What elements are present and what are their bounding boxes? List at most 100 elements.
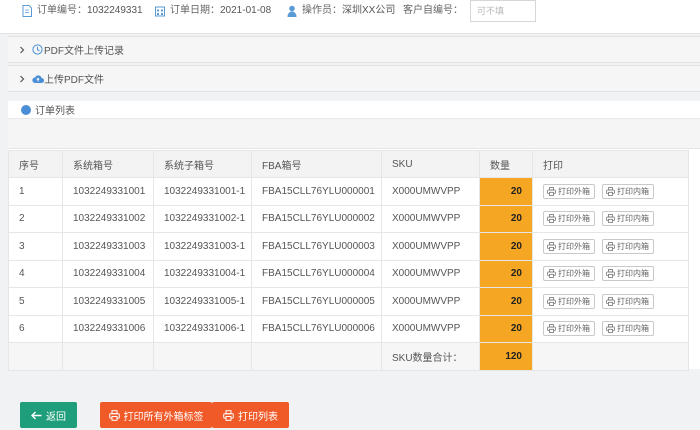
cell-fba-box: FBA15CLL76YLU000002 xyxy=(251,204,382,233)
cell-system-subbox: 1032249331006-1 xyxy=(153,314,252,343)
table-header-row: 序号 系统箱号 系统子箱号 FBA箱号 SKU 数量 打印 xyxy=(8,150,689,178)
printer-icon xyxy=(606,296,615,306)
printer-icon xyxy=(547,214,556,224)
cell-sku: X000UMWVPP xyxy=(381,204,480,233)
print-inner-box-label: 打印内箱 xyxy=(617,269,649,279)
table-row: 5 1032249331005 1032249331005-1 FBA15CLL76Y… xyxy=(8,287,689,316)
operator-label: 操作员： xyxy=(302,5,342,16)
print-list-label: 打印列表 xyxy=(238,411,278,423)
column-header: 序号 xyxy=(8,150,63,178)
print-inner-box-button[interactable]: 打印内箱 xyxy=(602,266,654,282)
cell-system-box: 1032249331002 xyxy=(62,204,154,233)
cell-fba-box: FBA15CLL76YLU000004 xyxy=(251,259,382,288)
customer-number-input[interactable] xyxy=(470,0,536,22)
cell-no: 3 xyxy=(8,232,63,261)
cell-quantity: 20 xyxy=(479,287,533,316)
print-outer-box-button[interactable]: 打印外箱 xyxy=(543,293,595,309)
cell-sku: X000UMWVPP xyxy=(381,314,480,343)
cell-system-box: 1032249331003 xyxy=(62,232,154,261)
column-header: 系统箱号 xyxy=(62,150,154,178)
cell-quantity: 20 xyxy=(479,259,533,288)
printer-icon xyxy=(606,324,615,334)
chevron-right-icon xyxy=(18,75,32,83)
print-outer-box-button[interactable]: 打印外箱 xyxy=(543,321,595,337)
print-outer-box-button[interactable]: 打印外箱 xyxy=(543,238,595,254)
cell-fba-box: FBA15CLL76YLU000006 xyxy=(251,314,382,343)
printer-icon xyxy=(547,296,556,306)
print-inner-box-button[interactable]: 打印内箱 xyxy=(602,293,654,309)
cell-system-box: 1032249331004 xyxy=(62,259,154,288)
cell-system-subbox: 1032249331005-1 xyxy=(153,287,252,316)
empty-cell xyxy=(532,342,689,371)
empty-cell xyxy=(62,342,154,371)
column-header: 打印 xyxy=(532,150,689,178)
print-inner-box-button[interactable]: 打印内箱 xyxy=(602,183,654,199)
upload-pdf-title: 上传PDF文件 xyxy=(44,75,104,86)
print-list-button[interactable]: 打印列表 xyxy=(212,402,289,428)
cell-no: 1 xyxy=(8,177,63,206)
column-header: FBA箱号 xyxy=(251,150,382,178)
print-outer-box-button[interactable]: 打印外箱 xyxy=(543,266,595,282)
cell-print: 打印外箱 打印内箱 xyxy=(532,314,689,343)
table-row: 3 1032249331003 1032249331003-1 FBA15CLL76Y… xyxy=(8,232,689,261)
order-header: 订单编号： 1032249331 订单日期： 2021-01-08 操作员： 深… xyxy=(0,0,700,34)
print-inner-box-button[interactable]: 打印内箱 xyxy=(602,238,654,254)
cell-no: 6 xyxy=(8,314,63,343)
pdf-upload-record-section[interactable]: PDF文件上传记录 xyxy=(8,36,700,63)
order-number-value: 1032249331 xyxy=(87,5,143,16)
print-inner-box-label: 打印内箱 xyxy=(617,186,649,196)
cell-sku: X000UMWVPP xyxy=(381,177,480,206)
printer-icon xyxy=(223,409,234,421)
operator-field: 操作员： 深圳XX公司 xyxy=(287,0,395,22)
cell-fba-box: FBA15CLL76YLU000001 xyxy=(251,177,382,206)
table-toolbar xyxy=(8,119,700,149)
table-row: 2 1032249331002 1032249331002-1 FBA15CLL76Y… xyxy=(8,204,689,233)
cell-sku: X000UMWVPP xyxy=(381,232,480,261)
back-button[interactable]: 返回 xyxy=(20,402,77,428)
print-inner-box-button[interactable]: 打印内箱 xyxy=(602,321,654,337)
print-inner-box-label: 打印内箱 xyxy=(617,296,649,306)
cell-quantity: 20 xyxy=(479,177,533,206)
order-number-label: 订单编号： xyxy=(37,5,87,16)
order-list-title: 订单列表 xyxy=(35,106,75,117)
print-outer-box-button[interactable]: 打印外箱 xyxy=(543,183,595,199)
order-list-header: 订单列表 xyxy=(8,101,700,119)
clock-icon xyxy=(32,44,44,56)
cell-fba-box: FBA15CLL76YLU000003 xyxy=(251,232,382,261)
cell-print: 打印外箱 打印内箱 xyxy=(532,232,689,261)
print-all-outer-labels-button[interactable]: 打印所有外箱标签 xyxy=(100,402,212,428)
printer-icon xyxy=(547,324,556,334)
print-outer-box-label: 打印外箱 xyxy=(558,324,590,334)
print-inner-box-label: 打印内箱 xyxy=(617,324,649,334)
cell-system-box: 1032249331006 xyxy=(62,314,154,343)
order-date-field: 订单日期： 2021-01-08 xyxy=(155,0,271,22)
print-outer-box-button[interactable]: 打印外箱 xyxy=(543,211,595,227)
printer-icon xyxy=(606,241,615,251)
cell-system-subbox: 1032249331001-1 xyxy=(153,177,252,206)
print-inner-box-button[interactable]: 打印内箱 xyxy=(602,211,654,227)
printer-icon xyxy=(547,241,556,251)
empty-cell xyxy=(251,342,382,371)
column-header: SKU xyxy=(381,150,480,178)
printer-icon xyxy=(108,409,120,421)
cell-print: 打印外箱 打印内箱 xyxy=(532,287,689,316)
document-icon xyxy=(22,5,32,17)
table-row: 6 1032249331006 1032249331006-1 FBA15CLL76Y… xyxy=(8,314,689,343)
operator-value: 深圳XX公司 xyxy=(342,5,396,16)
printer-icon xyxy=(547,269,556,279)
cell-quantity: 20 xyxy=(479,232,533,261)
globe-icon xyxy=(21,104,31,115)
upload-pdf-section[interactable]: 上传PDF文件 xyxy=(8,65,700,92)
printer-icon xyxy=(547,186,556,196)
cell-no: 4 xyxy=(8,259,63,288)
cell-print: 打印外箱 打印内箱 xyxy=(532,177,689,206)
print-inner-box-label: 打印内箱 xyxy=(617,241,649,251)
empty-cell xyxy=(153,342,252,371)
order-list-panel: 序号 系统箱号 系统子箱号 FBA箱号 SKU 数量 打印 1 103224933… xyxy=(8,119,700,371)
order-table: 序号 系统箱号 系统子箱号 FBA箱号 SKU 数量 打印 1 103224933… xyxy=(8,150,689,371)
print-all-outer-labels-label: 打印所有外箱标签 xyxy=(123,411,204,423)
order-date-label: 订单日期： xyxy=(170,5,220,16)
cell-system-subbox: 1032249331004-1 xyxy=(153,259,252,288)
sku-total-label: SKU数量合计： xyxy=(381,342,480,371)
cell-sku: X000UMWVPP xyxy=(381,259,480,288)
